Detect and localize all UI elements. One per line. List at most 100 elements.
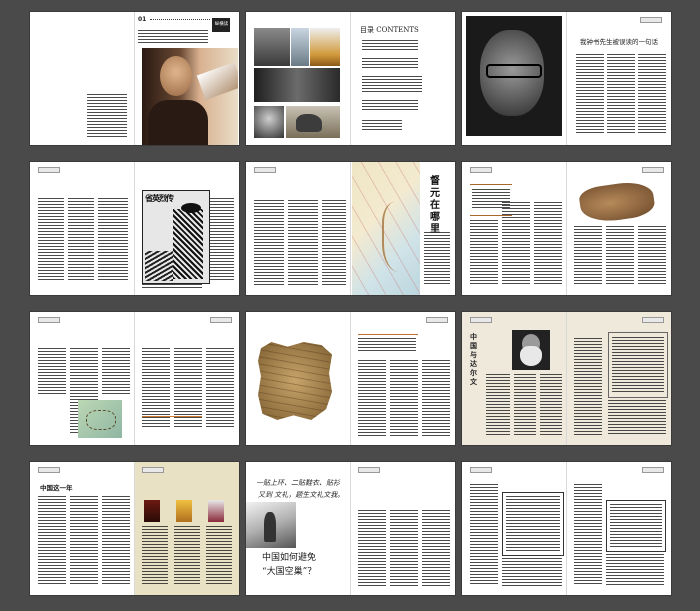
column-1 bbox=[38, 348, 66, 396]
column-4 bbox=[606, 554, 664, 586]
glasses bbox=[486, 64, 542, 78]
column-5 bbox=[608, 400, 666, 436]
contents-entry-3 bbox=[362, 76, 422, 92]
quote-box-2 bbox=[606, 500, 666, 552]
section-tab-right bbox=[142, 467, 164, 473]
historic-map bbox=[352, 162, 420, 295]
section-tab bbox=[38, 467, 60, 473]
gutter bbox=[134, 462, 135, 595]
column-3 bbox=[102, 496, 130, 586]
section-tab-right bbox=[210, 317, 232, 323]
section-tab bbox=[426, 317, 448, 323]
gutter bbox=[566, 162, 567, 295]
darwin-beard bbox=[520, 346, 542, 366]
sidebar-text bbox=[612, 337, 664, 393]
book-cover-2 bbox=[176, 500, 192, 522]
section-tab bbox=[470, 467, 492, 473]
contents-photo-elephant bbox=[286, 106, 340, 138]
gutter bbox=[134, 162, 135, 295]
map-province-lines bbox=[352, 162, 420, 295]
monk-robe bbox=[148, 100, 208, 145]
orange-box bbox=[358, 334, 418, 355]
section-tab bbox=[640, 17, 662, 23]
book-cover-3 bbox=[208, 500, 224, 522]
section-tab bbox=[38, 317, 60, 323]
contents-photo-man bbox=[254, 106, 284, 138]
gutter bbox=[566, 12, 567, 145]
contents-photo-monk bbox=[310, 28, 340, 66]
sidebar-box bbox=[608, 332, 668, 398]
section-tab bbox=[254, 167, 276, 173]
review-1 bbox=[142, 526, 168, 584]
calligraphy-line-2: 又到 文礼，题生文礼文我。 bbox=[258, 491, 345, 499]
spread-darwin: 中国与达尔文 bbox=[462, 312, 671, 445]
poster-title: 省英烈传 bbox=[145, 193, 174, 203]
spread-china-year: 中国这一年 bbox=[30, 462, 239, 595]
spread-portrait: 我钟书先生被误读的一句话 bbox=[462, 12, 671, 145]
spread-map-small bbox=[30, 312, 239, 445]
portrait-headline: 我钟书先生被误读的一句话 bbox=[580, 38, 658, 46]
column-3 bbox=[534, 202, 562, 286]
column-6 bbox=[638, 226, 666, 286]
spread-parchment bbox=[246, 312, 455, 445]
small-map bbox=[78, 400, 122, 438]
review-2 bbox=[174, 526, 200, 584]
section-tab bbox=[38, 167, 60, 173]
column-3 bbox=[102, 348, 130, 396]
gutter bbox=[566, 312, 567, 445]
dotted-rule bbox=[150, 19, 210, 20]
darwin-vertical-title: 中国与达尔文 bbox=[470, 332, 477, 386]
gutter bbox=[134, 312, 135, 445]
section-tab bbox=[470, 317, 492, 323]
spread-opening: 01 纵横读 bbox=[30, 12, 239, 145]
page-number: 01 bbox=[138, 16, 147, 23]
gutter bbox=[566, 462, 567, 595]
orange-rule bbox=[142, 416, 202, 417]
box-text bbox=[358, 338, 416, 352]
column-2 bbox=[68, 198, 94, 282]
elephant bbox=[296, 114, 322, 132]
column-2 bbox=[288, 200, 318, 286]
spread-artifact bbox=[462, 162, 671, 295]
column-2 bbox=[390, 510, 418, 586]
woodcut-figure bbox=[173, 209, 203, 279]
headline-line-1: 中国如何避免 bbox=[262, 553, 317, 563]
spread-woodcut: 省英烈传 bbox=[30, 162, 239, 295]
gutter bbox=[350, 162, 351, 295]
parchment-scroll bbox=[258, 342, 332, 420]
column-1 bbox=[38, 496, 66, 586]
column-2 bbox=[502, 202, 530, 286]
column-3 bbox=[574, 484, 602, 586]
column-3 bbox=[540, 374, 562, 436]
contents-entry-4 bbox=[362, 100, 418, 112]
column-1 bbox=[470, 484, 498, 586]
woodcut-poster: 省英烈传 bbox=[142, 190, 210, 284]
map-route bbox=[86, 410, 116, 430]
darwin-portrait bbox=[512, 330, 550, 370]
parchment-lines bbox=[258, 342, 332, 420]
section-tab-right bbox=[642, 317, 664, 323]
contents-entry-5 bbox=[362, 120, 402, 132]
column-2 bbox=[70, 496, 98, 586]
gutter bbox=[134, 12, 135, 145]
column-3 bbox=[422, 510, 450, 586]
column-3 bbox=[638, 54, 666, 134]
column-1 bbox=[486, 374, 510, 436]
headline-line-2: “大国空巢”？ bbox=[262, 567, 317, 577]
banner-box: 纵横读 bbox=[212, 18, 230, 32]
gutter bbox=[350, 12, 351, 145]
woodcut-hat bbox=[181, 203, 201, 213]
monk-photo bbox=[142, 48, 238, 145]
column-3 bbox=[322, 200, 346, 286]
caption-text bbox=[142, 284, 202, 288]
title-column bbox=[424, 232, 450, 286]
column-1 bbox=[254, 200, 284, 286]
woodcut-crowd bbox=[145, 251, 173, 281]
column-1 bbox=[470, 220, 498, 286]
soldier-photo bbox=[246, 502, 296, 548]
credits-text bbox=[87, 94, 127, 138]
quote-box bbox=[502, 492, 564, 556]
section-tab-right bbox=[642, 467, 664, 473]
gutter bbox=[350, 312, 351, 445]
intro-text bbox=[138, 30, 208, 44]
